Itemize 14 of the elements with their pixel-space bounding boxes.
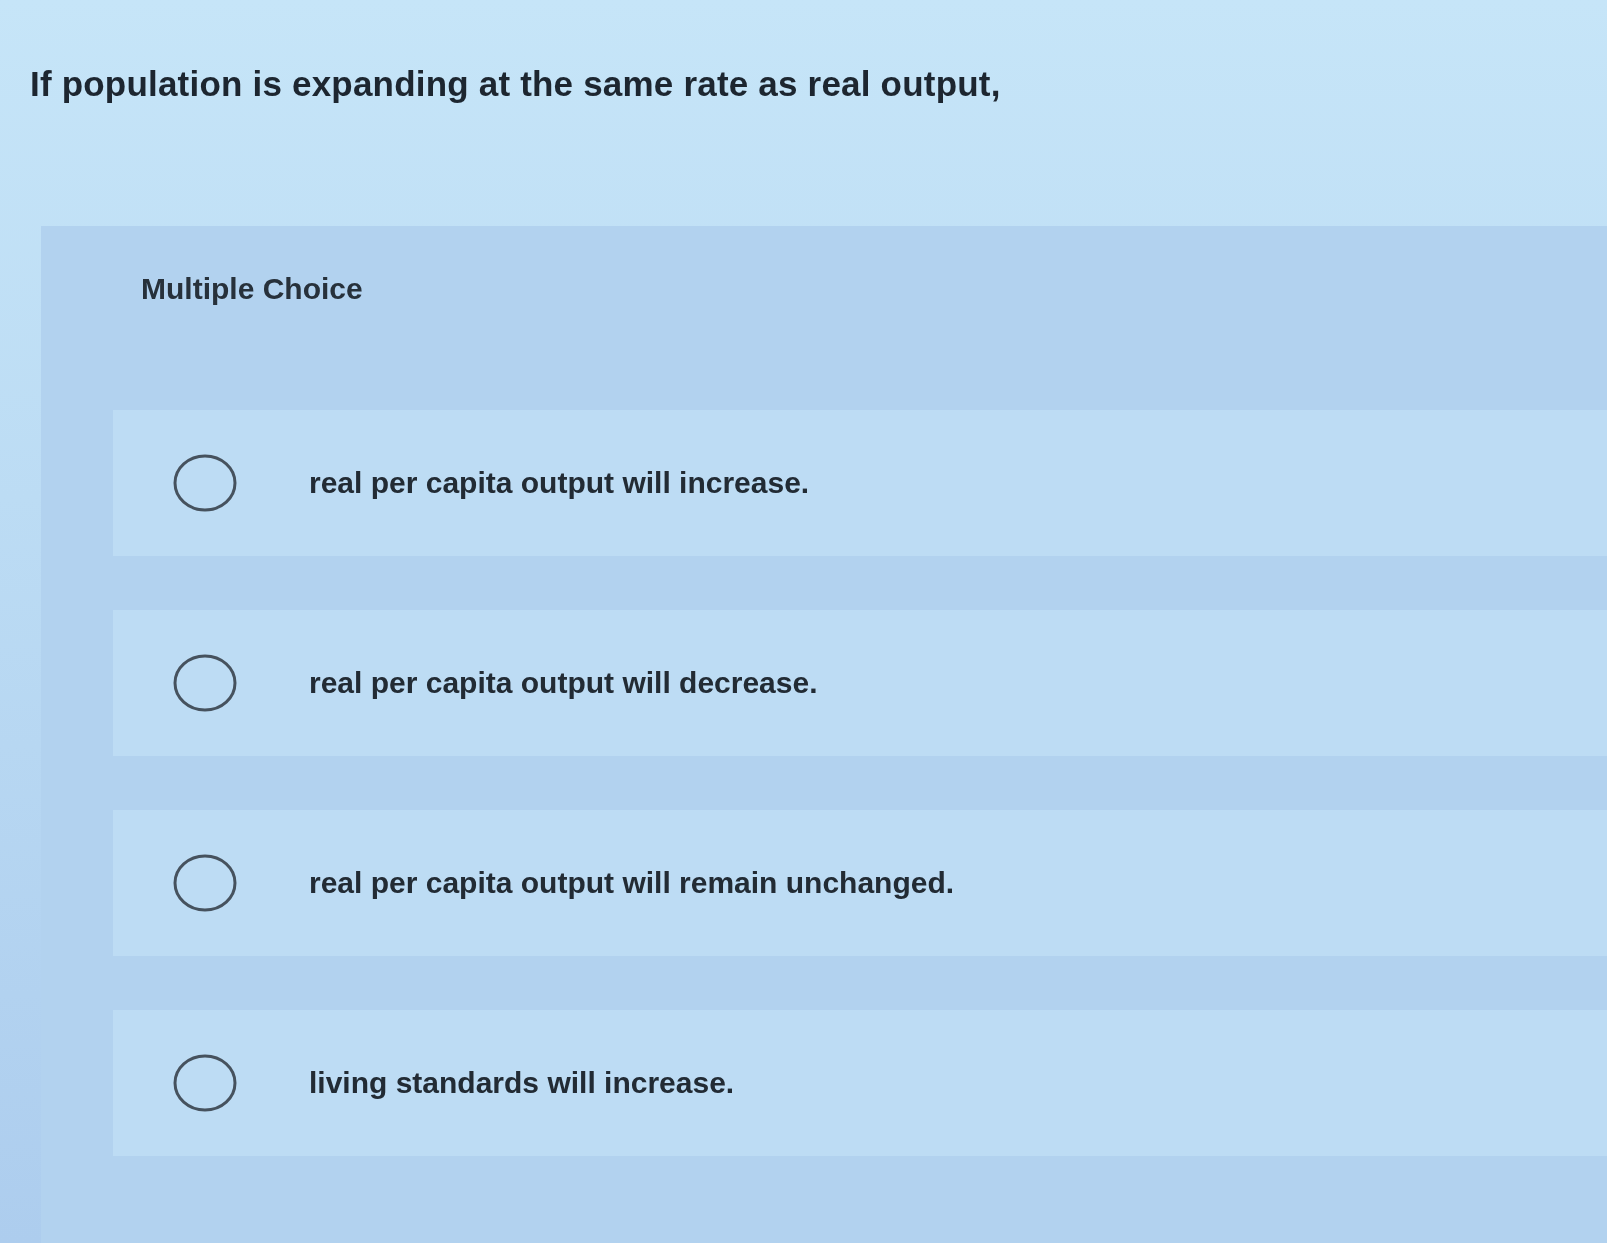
answer-option[interactable]: real per capita output will increase. bbox=[113, 410, 1607, 556]
option-text: real per capita output will remain unchanged. bbox=[309, 866, 955, 900]
option-text: living standards will increase. bbox=[309, 1066, 735, 1100]
radio-button-icon[interactable] bbox=[173, 854, 237, 912]
radio-button-icon[interactable] bbox=[173, 454, 237, 512]
radio-button-icon[interactable] bbox=[173, 654, 237, 712]
answer-option[interactable]: living standards will increase. bbox=[113, 1010, 1607, 1156]
answer-option[interactable]: real per capita output will remain unchanged. bbox=[113, 810, 1607, 956]
question-type-label: Multiple Choice bbox=[141, 272, 363, 306]
option-text: real per capita output will increase. bbox=[309, 466, 810, 500]
radio-button-icon[interactable] bbox=[173, 1054, 237, 1112]
option-text: real per capita output will decrease. bbox=[309, 666, 818, 700]
answer-option[interactable]: real per capita output will decrease. bbox=[113, 610, 1607, 756]
question-text: If population is expanding at the same rate as real output, bbox=[30, 64, 1001, 104]
